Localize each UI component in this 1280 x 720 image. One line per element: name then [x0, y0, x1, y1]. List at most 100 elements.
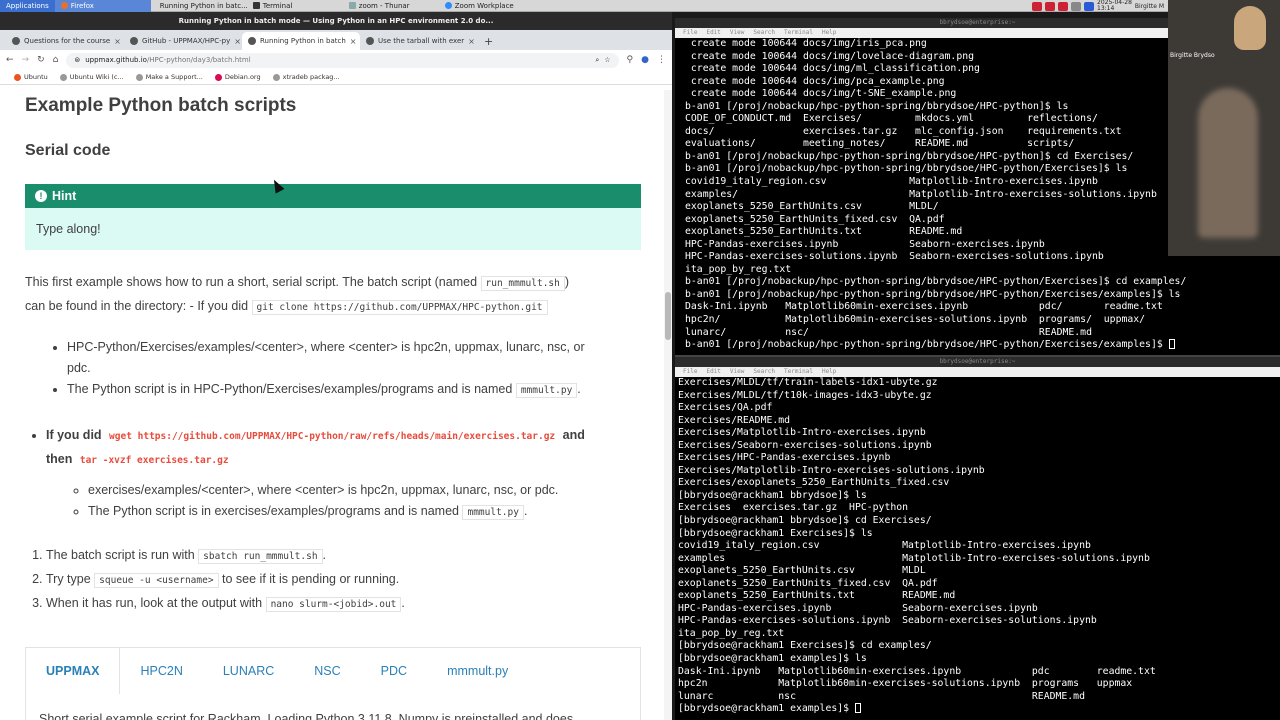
taskbar-zoom[interactable]: Zoom Workplace	[439, 0, 535, 12]
tab-favicon-icon	[248, 37, 256, 45]
extension-icon[interactable]: ⚲	[627, 55, 634, 65]
zoom-icon[interactable]: ⌕	[595, 56, 599, 65]
inline-code: git clone https://github.com/UPPMAX/HPC-…	[251, 300, 548, 315]
network-icon[interactable]	[1084, 1, 1095, 11]
inline-code: sbatch run_mmmult.sh	[198, 549, 323, 564]
profile-icon[interactable]: ●	[641, 55, 649, 65]
tab-lunarc[interactable]: LUNARC	[203, 648, 294, 694]
terminal-line: exoplanets_5250_EarthUnits_fixed.csv QA.…	[678, 577, 938, 589]
list-text: .	[577, 382, 581, 396]
browser-tab-questions[interactable]: Questions for the course ×	[6, 32, 124, 50]
terminal-menubar: File Edit View Search Terminal Help	[675, 367, 1280, 377]
center-tabs: UPPMAX HPC2N LUNARC NSC PDC mmmult.py Sh…	[25, 647, 641, 720]
clock: 2025-04-28 13:14	[1097, 0, 1132, 12]
close-icon[interactable]: ×	[114, 37, 121, 46]
bookmark-label: Ubuntu Wiki (c...	[69, 73, 124, 81]
tab-label: Questions for the course	[24, 37, 111, 45]
terminal-line: hpc2n/ Matplotlib60min-exercises-solutio…	[685, 314, 1146, 326]
terminal-line: Exercises/QA.pdf	[678, 402, 773, 414]
terminal-line: HPC-Pandas-exercises-solutions.ipynb Sea…	[678, 615, 1097, 627]
wget-list: If you did wget https://github.com/UPPMA…	[46, 424, 641, 472]
terminal-line: Dask-Ini.ipynb Matplotlib60min-exercises…	[678, 665, 1156, 677]
tray-icon[interactable]	[1032, 1, 1043, 11]
step-text: .	[322, 548, 327, 562]
terminal-window-bottom[interactable]: bbrydsoe@enterprise:~ File Edit View Sea…	[675, 355, 1280, 720]
tab-uppmax[interactable]: UPPMAX	[26, 648, 121, 694]
close-icon[interactable]: ×	[468, 37, 475, 46]
tab-pdc[interactable]: PDC	[361, 648, 427, 694]
taskbar-zoom-label: Zoom Workplace	[454, 1, 514, 10]
taskbar-browser-window[interactable]: Running Python in batc...	[151, 0, 247, 12]
folder-icon	[348, 2, 356, 9]
taskbar-thunar-label: zoom - Thunar	[358, 1, 410, 10]
back-icon[interactable]: ←	[6, 55, 14, 65]
site-info-icon[interactable]: ⊜	[74, 56, 80, 64]
applications-menu[interactable]: Applications	[0, 0, 55, 12]
close-icon[interactable]: ×	[350, 37, 357, 46]
bookmark-debian[interactable]: Debian.org	[214, 73, 261, 81]
close-icon[interactable]: ×	[234, 37, 241, 46]
address-bar[interactable]: ⊜ uppmax.github.io/HPC-python/day3/batch…	[66, 52, 619, 68]
bookmark-star-icon[interactable]: ☆	[604, 56, 610, 64]
tray-icon[interactable]	[1045, 1, 1056, 11]
bookmarks-bar: Ubuntu Ubuntu Wiki (c... Make a Support.…	[0, 70, 672, 85]
inline-code: mmmult.py	[462, 505, 524, 520]
terminal-line: Exercises/Seaborn-exercises-solutions.ip…	[678, 439, 932, 451]
applications-label: Applications	[6, 1, 49, 10]
user-name[interactable]: Birgitte M	[1135, 3, 1164, 10]
bookmark-icon	[272, 73, 280, 81]
list-item: exercises/examples/<center>, where <cent…	[88, 480, 641, 501]
bookmark-ubuntu-wiki[interactable]: Ubuntu Wiki (c...	[59, 73, 124, 81]
bookmark-support[interactable]: Make a Support...	[135, 73, 203, 81]
tab-strip: Questions for the course × GitHub - UPPM…	[0, 30, 672, 50]
debian-icon	[214, 73, 222, 81]
inline-code: run_mmmult.sh	[480, 276, 565, 291]
scrollbar-thumb[interactable]	[665, 292, 671, 340]
tray-icon[interactable]	[1071, 1, 1082, 11]
list-text: then	[46, 452, 76, 466]
browser-tab-running-python[interactable]: Running Python in batch ×	[242, 32, 360, 50]
page-scrollbar[interactable]	[664, 90, 672, 720]
tray-icon[interactable]	[1058, 1, 1069, 11]
browser-tab-github[interactable]: GitHub - UPPMAX/HPC-py ×	[124, 32, 242, 50]
taskbar-firefox[interactable]: Firefox	[54, 0, 151, 12]
bookmark-label: Debian.org	[224, 73, 261, 81]
system-taskbar: Applications Firefox Running Python in b…	[0, 0, 1280, 12]
list-text: and	[559, 428, 585, 442]
tab-nsc[interactable]: NSC	[294, 648, 360, 694]
tab-mmmult[interactable]: mmmult.py	[427, 648, 528, 694]
step-text: Try type	[46, 572, 95, 586]
taskbar-thunar[interactable]: zoom - Thunar	[343, 0, 439, 12]
tab-label: Running Python in batch	[260, 37, 346, 45]
menu-icon[interactable]: ⋮	[657, 55, 666, 65]
bookmark-xtradeb[interactable]: xtradeb packag...	[272, 73, 340, 81]
forward-icon[interactable]: →	[22, 55, 30, 65]
terminal-line: Exercises/Matplotlib-Intro-exercises.ipy…	[678, 427, 926, 439]
list-text: HPC-Python/Exercises/examples/<center>, …	[67, 340, 585, 354]
tab-hpc2n[interactable]: HPC2N	[120, 648, 202, 694]
inline-code: wget https://github.com/UPPMAX/HPC-pytho…	[105, 430, 560, 443]
terminal-line: b-an01 [/proj/nobackup/hpc-python-spring…	[685, 339, 1280, 352]
terminal-line: Dask-Ini.ipynb Matplotlib60min-exercises…	[685, 301, 1163, 313]
terminal-line: b-an01 [/proj/nobackup/hpc-python-spring…	[685, 276, 1187, 288]
terminal-icon	[252, 2, 260, 9]
terminal-line: b-an01 [/proj/nobackup/hpc-python-spring…	[685, 288, 1181, 300]
home-icon[interactable]: ⌂	[53, 55, 59, 65]
bookmark-ubuntu[interactable]: Ubuntu	[14, 73, 48, 81]
step-text: .	[401, 596, 405, 610]
new-tab-button[interactable]: +	[478, 32, 499, 50]
taskbar-terminal[interactable]: Terminal	[247, 0, 343, 12]
list-item: HPC-Python/Exercises/examples/<center>, …	[67, 337, 641, 379]
browser-tab-tarball[interactable]: Use the tarball with exer ×	[360, 32, 478, 50]
window-title: Running Python in batch mode — Using Pyt…	[0, 12, 672, 30]
terminal-line: Exercises/MLDL/tf/train-labels-idx1-ubyt…	[678, 377, 938, 388]
list-text: If you did	[46, 428, 106, 442]
url-host: uppmax.github.io	[85, 56, 147, 64]
zoom-icon	[444, 2, 452, 9]
reload-icon[interactable]: ↻	[37, 55, 45, 65]
zoom-video-tile[interactable]: Birgitte Brydso	[1168, 0, 1280, 256]
intro-text: )	[564, 275, 570, 289]
tab-label: Use the tarball with exer	[378, 37, 465, 45]
terminal-line: exoplanets_5250_EarthUnits.csv MLDL	[678, 565, 926, 577]
terminal-cursor	[854, 703, 861, 714]
